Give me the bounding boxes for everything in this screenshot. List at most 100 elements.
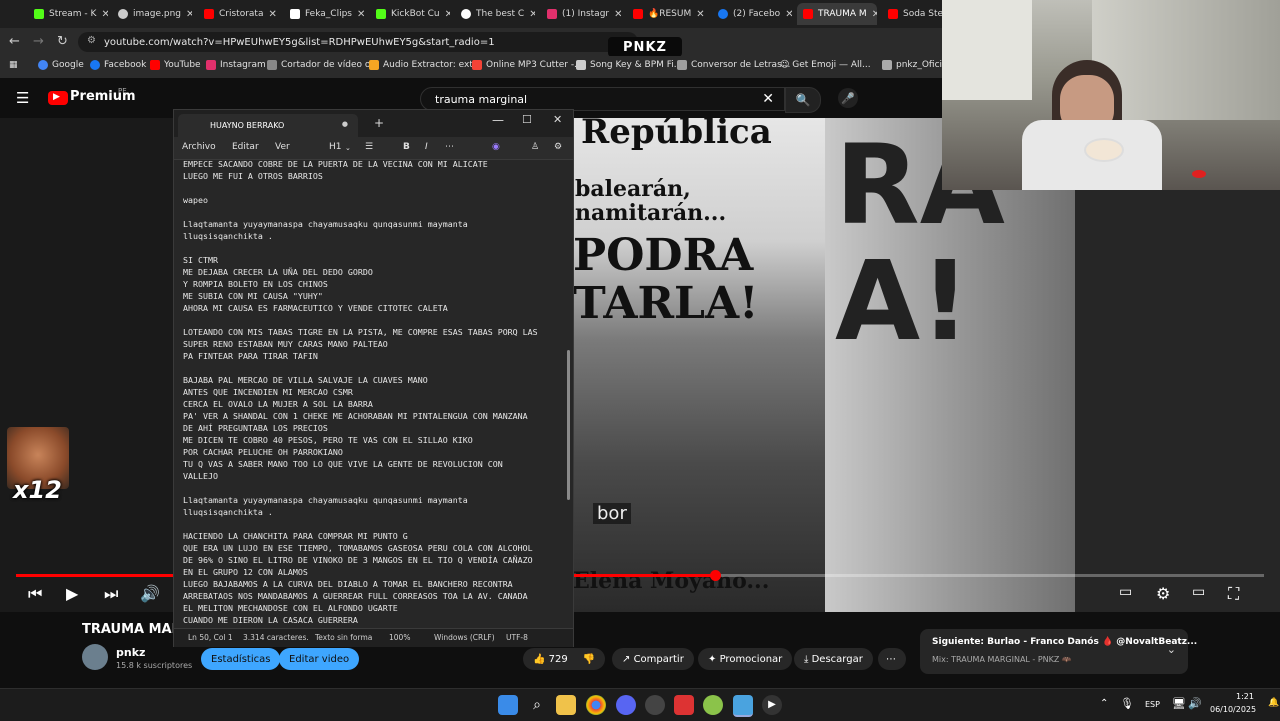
discord-icon[interactable]	[616, 695, 636, 715]
bookmark[interactable]: Google	[38, 60, 84, 70]
browser-tab-active[interactable]: TRAUMA M ✕	[797, 3, 877, 25]
new-tab-icon[interactable]: +	[374, 116, 384, 130]
chevron-down-icon[interactable]: ⌄	[345, 144, 351, 152]
close-icon[interactable]: ✕	[785, 9, 792, 20]
close-icon[interactable]: ✕	[553, 113, 562, 126]
bookmark[interactable]: Online MP3 Cutter -...	[472, 60, 583, 70]
promote-button[interactable]: ✦ Promocionar	[698, 648, 793, 670]
back-icon[interactable]: ←	[9, 34, 20, 49]
subtitles-icon[interactable]: ▭	[1119, 584, 1132, 600]
volume-icon[interactable]: 🔊	[140, 584, 160, 603]
chrome-icon[interactable]	[586, 695, 606, 715]
next-icon[interactable]: ⏭	[104, 584, 118, 604]
obs-icon[interactable]	[645, 695, 665, 715]
bookmark[interactable]: pnkz_Oficial	[882, 60, 950, 70]
close-icon[interactable]: ✕	[614, 9, 621, 20]
zoom-level[interactable]: 100%	[389, 633, 410, 642]
start-icon[interactable]	[498, 695, 518, 715]
close-icon[interactable]: ✕	[529, 9, 535, 20]
avatar[interactable]	[82, 644, 108, 670]
close-icon[interactable]: ✕	[696, 9, 704, 20]
unsaved-dot-icon[interactable]: ●	[342, 120, 348, 128]
file-explorer-icon[interactable]	[556, 695, 576, 715]
up-next-panel[interactable]: Siguiente: Burlao - Franco Danós 🩸 @Nova…	[920, 629, 1197, 674]
close-icon[interactable]: ✕	[872, 9, 877, 20]
search-input[interactable]: trauma marginal ✕	[420, 87, 785, 111]
close-icon[interactable]: ✕	[445, 9, 450, 20]
browser-tab[interactable]: (2) Facebo ✕	[712, 3, 792, 25]
close-icon[interactable]: ✕	[357, 9, 364, 20]
url-field[interactable]: ⚙ youtube.com/watch?v=HPwEUhwEY5g&list=R…	[78, 32, 638, 52]
previous-icon[interactable]: ⏮	[28, 584, 42, 604]
theater-icon[interactable]: ▭	[1192, 584, 1205, 600]
menu-ver[interactable]: Ver	[275, 142, 290, 152]
app-icon[interactable]	[703, 695, 723, 715]
more-icon[interactable]: ⋯	[445, 142, 454, 152]
ink-icon[interactable]: ♙	[531, 142, 539, 152]
share-button[interactable]: ↗ Compartir	[612, 648, 694, 670]
clear-icon[interactable]: ✕	[762, 91, 774, 107]
notepad-text-area[interactable]: EMPECE SACANDO COBRE DE LA PUERTA DE LA …	[183, 158, 565, 626]
notepad-tab[interactable]: HUAYNO BERRAKO ●	[178, 114, 358, 137]
download-button[interactable]: ⤓ Descargar	[794, 648, 873, 670]
app-icon[interactable]	[674, 695, 694, 715]
browser-tab[interactable]: Stream - K ✕	[28, 3, 108, 25]
bookmark[interactable]: 😉 Get Emoji — All...	[780, 60, 871, 70]
like-button[interactable]: 👍 729 👎	[523, 648, 605, 670]
chevron-down-icon[interactable]: ⌄	[1167, 643, 1176, 656]
browser-tab[interactable]: Soda Stere	[882, 3, 942, 25]
site-info-icon[interactable]: ⚙	[87, 35, 96, 46]
settings-icon[interactable]: ⚙	[1156, 584, 1170, 603]
play-icon[interactable]: ▶	[66, 584, 78, 603]
reload-icon[interactable]: ↻	[57, 34, 68, 49]
heading-select[interactable]: H1	[329, 142, 342, 152]
copilot-icon[interactable]: ◉	[492, 142, 500, 152]
search-button[interactable]: 🔍	[785, 87, 821, 113]
stats-button[interactable]: Estadísticas	[201, 648, 281, 670]
chevron-up-icon[interactable]: ⌃	[1100, 698, 1108, 709]
forward-icon[interactable]: →	[33, 34, 44, 49]
browser-tab[interactable]: 🔥RESUM ✕	[627, 3, 707, 25]
browser-tab[interactable]: image.png ✕	[112, 3, 192, 25]
bookmark[interactable]: Cortador de vídeo o...	[267, 60, 379, 70]
search-icon[interactable]: ⌕	[527, 695, 547, 715]
list-icon[interactable]: ☰	[365, 142, 373, 152]
bold-icon[interactable]: B	[403, 142, 410, 152]
fullscreen-icon[interactable]: ⛶	[1228, 584, 1239, 604]
browser-tab[interactable]: Cristorata ✕	[198, 3, 278, 25]
settings-icon[interactable]: ⚙	[554, 142, 562, 152]
language-indicator[interactable]: ESP	[1145, 700, 1160, 709]
speaker-icon[interactable]: 🔊	[1188, 697, 1202, 710]
close-icon[interactable]: ✕	[101, 9, 108, 20]
browser-tab[interactable]: KickBot Cu ✕	[370, 3, 450, 25]
italic-icon[interactable]: I	[425, 142, 428, 152]
bookmark[interactable]: Facebook	[90, 60, 146, 70]
bookmark[interactable]: Conversor de Letras...	[677, 60, 790, 70]
notepad-window[interactable]: HUAYNO BERRAKO ● + — ☐ ✕ Archivo Editar …	[173, 109, 574, 647]
bookmark[interactable]: Instagram	[206, 60, 266, 70]
channel-name[interactable]: pnkz	[116, 646, 145, 659]
notifications-icon[interactable]: 🔔	[1268, 698, 1279, 708]
notepad-taskbar-icon[interactable]	[733, 695, 753, 717]
edit-video-button[interactable]: Editar video	[279, 648, 360, 670]
maximize-icon[interactable]: ☐	[522, 113, 532, 126]
menu-editar[interactable]: Editar	[232, 142, 259, 152]
thumbs-down-icon[interactable]: 👎	[583, 654, 595, 665]
close-icon[interactable]: ✕	[186, 9, 192, 20]
menu-icon[interactable]: ☰	[16, 89, 29, 107]
media-player-icon[interactable]: ▶	[762, 695, 782, 715]
scrollbar[interactable]	[567, 350, 570, 500]
clock-date[interactable]: 06/10/2025	[1210, 705, 1256, 714]
menu-archivo[interactable]: Archivo	[182, 142, 216, 152]
progress-knob[interactable]	[709, 570, 721, 581]
bookmark[interactable]: Song Key & BPM Fi...	[576, 60, 682, 70]
apps-icon[interactable]: ▦	[9, 60, 18, 70]
clock-time[interactable]: 1:21	[1236, 692, 1254, 701]
network-icon[interactable]: 🖥	[1172, 697, 1186, 710]
browser-tab[interactable]: (1) Instagr ✕	[541, 3, 621, 25]
more-options-button[interactable]: ⋯	[878, 648, 906, 670]
minimize-icon[interactable]: —	[492, 113, 504, 127]
microphone-icon[interactable]: 🎤	[838, 88, 858, 108]
bookmark[interactable]: Audio Extractor: ext...	[369, 60, 481, 70]
microphone-icon[interactable]: 🎙	[1120, 697, 1134, 710]
